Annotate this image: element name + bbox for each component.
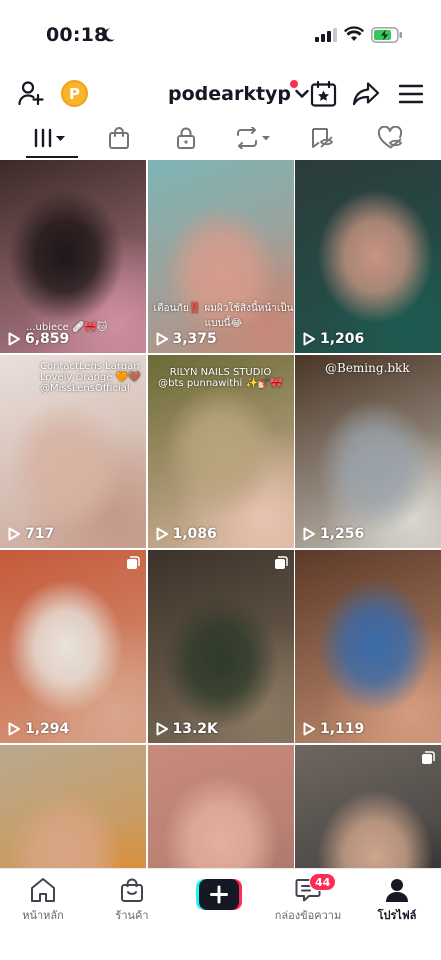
photo-carousel-icon [127,556,140,569]
view-count: 1,256 [303,526,364,542]
view-count-label: 1,206 [320,331,365,347]
view-count-label: 717 [25,526,55,542]
view-count: 1,206 [303,331,364,347]
profile-icon [386,879,408,902]
view-count-label: 3,375 [172,331,217,347]
nav-profile[interactable]: โปรไฟล์ [352,877,441,924]
plus-icon [196,879,242,910]
tab-reposts[interactable] [218,118,288,158]
video-caption-overlay: @Beming.bkk [325,361,410,375]
add-friend-button[interactable] [16,78,46,108]
create-post-button[interactable] [196,879,242,910]
video-caption-overlay: เตือนภัย‼️ ผมผิวใช้สิ่งนี้หน้าเป็นแบบนี้… [153,303,294,329]
view-count-label: 1,294 [25,721,70,737]
video-thumbnail[interactable]: @Beming.bkk 1,256 [295,355,441,548]
photo-carousel-icon [274,556,288,569]
view-count-label: 1,256 [320,526,365,542]
bookmark-hidden-icon [312,128,333,148]
view-count-label: 6,859 [25,331,70,347]
tab-private[interactable] [151,118,221,158]
coin-icon: P [69,84,80,103]
username: podearktyp [168,83,292,105]
account-switcher[interactable]: podearktyp [168,80,309,108]
menu-button[interactable] [396,79,426,109]
nav-profile-label: โปรไฟล์ [377,909,417,922]
video-caption-overlay: ContactLens Largan Lovely Orange 🧡🤎 @Mis… [40,361,141,394]
view-count: 6,859 [8,331,69,347]
view-count: 1,294 [8,721,69,737]
view-count: 3,375 [156,331,217,347]
tab-liked[interactable] [355,118,425,158]
share-arrow-icon [352,82,380,106]
view-count-label: 1,119 [320,721,365,737]
add-user-icon [18,81,44,106]
hamburger-menu-icon [399,84,423,104]
nav-home[interactable]: หน้าหลัก [0,877,88,924]
video-thumbnail[interactable]: ...ubiece 🩹🎀🐱 6,859 [0,160,146,353]
video-thumbnail[interactable]: ContactLens Largan Lovely Orange 🧡🤎 @Mis… [0,355,146,548]
home-icon [31,878,55,902]
tab-favorites[interactable] [286,118,356,158]
view-count: 717 [8,526,54,542]
moon-icon [103,28,115,42]
video-thumbnail[interactable]: เตือนภัย‼️ ผมผิวใช้สิ่งนี้หน้าเป็นแบบนี้… [147,160,294,353]
cellular-signal-icon [315,28,337,42]
play-icon [156,722,168,736]
nav-shop[interactable]: ร้านค้า [87,877,177,924]
view-count: 13.2K [156,721,218,737]
nav-home-label: หน้าหลัก [22,909,64,922]
video-grid: ...ubiece 🩹🎀🐱 6,859 เตือนภัย‼️ ผมผิวใช้สิ่… [0,160,441,938]
view-count-label: 1,086 [172,526,217,542]
view-count-label: 13.2K [172,721,218,737]
events-button[interactable] [308,79,338,109]
notification-dot [290,80,298,88]
video-caption-overlay: RILYN NAILS STUDIO @bts punnawithi ✨💅🏻🎀 [158,367,283,389]
profile-header: P podearktyp [0,72,441,116]
status-time: 00:18 [46,24,108,46]
tab-shop[interactable] [84,118,154,158]
chevron-down-icon [295,89,309,98]
view-count: 1,086 [156,526,217,542]
repost-icon [237,127,270,149]
play-icon [156,332,168,346]
video-thumbnail[interactable]: 1,119 [295,550,441,743]
calendar-star-icon [310,80,336,107]
play-icon [8,527,20,541]
video-thumbnail[interactable]: 1,206 [295,160,441,353]
play-icon [303,722,315,736]
grid-videos-icon [34,128,65,148]
bottom-navigation: หน้าหลัก ร้านค้า กล่องข้อความ 44 โปรไฟล์ [0,868,441,960]
video-thumbnail[interactable]: 1,294 [0,550,146,743]
shop-bag-icon [121,878,143,902]
lock-icon [177,127,195,149]
view-count: 1,119 [303,721,364,737]
play-icon [8,332,20,346]
battery-charging-icon [371,27,402,43]
status-bar: 00:18 [0,0,441,72]
coin-button[interactable]: P [61,80,88,107]
play-icon [8,722,20,736]
share-profile-button[interactable] [351,79,381,109]
photo-carousel-icon [422,751,435,764]
play-icon [156,527,168,541]
video-thumbnail[interactable]: 13.2K [147,550,294,743]
profile-tabs [0,118,441,160]
nav-inbox-label: กล่องข้อความ [274,909,342,922]
wifi-icon [344,26,364,41]
nav-inbox[interactable]: กล่องข้อความ [263,877,353,924]
tab-videos[interactable] [17,118,87,158]
inbox-unread-badge: 44 [309,873,337,891]
shopping-bag-icon [109,127,129,149]
play-icon [303,527,315,541]
video-thumbnail[interactable]: RILYN NAILS STUDIO @bts punnawithi ✨💅🏻🎀 1… [147,355,294,548]
heart-hidden-icon [377,126,403,149]
nav-shop-label: ร้านค้า [115,909,149,922]
active-tab-indicator [26,156,78,158]
play-icon [303,332,315,346]
